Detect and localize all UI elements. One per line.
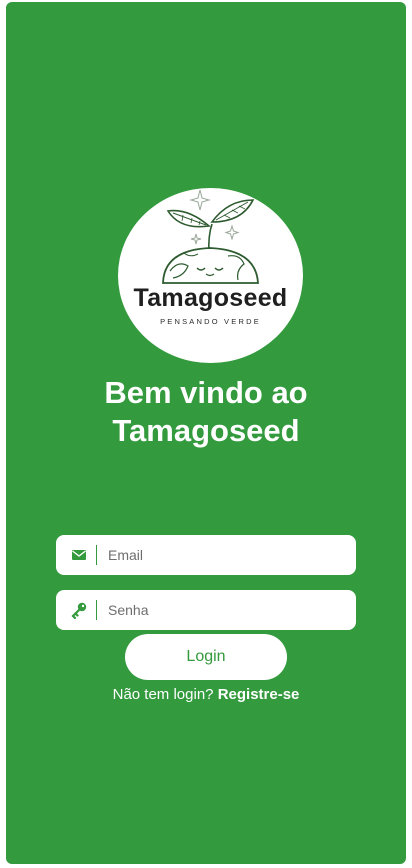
field-divider <box>96 600 97 620</box>
logo-subtitle: PENSANDO VERDE <box>160 317 261 326</box>
password-field[interactable] <box>56 590 356 630</box>
logo-title: Tamagoseed <box>133 284 288 312</box>
mail-icon <box>72 550 86 560</box>
login-button[interactable]: Login <box>125 634 287 680</box>
register-prompt-text: Não tem login? <box>112 686 214 703</box>
login-screen: Tamagoseed PENSANDO VERDE Bem vindo ao T… <box>6 2 406 864</box>
email-input[interactable] <box>108 535 344 575</box>
welcome-heading: Bem vindo ao Tamagoseed <box>6 374 406 450</box>
register-prompt: Não tem login? Registre-se <box>6 686 406 703</box>
sprouting-globe-logo-icon <box>162 189 259 284</box>
welcome-line-1: Bem vindo ao <box>104 375 308 410</box>
welcome-line-2: Tamagoseed <box>112 413 300 448</box>
app-logo: Tamagoseed PENSANDO VERDE <box>118 188 303 363</box>
password-input[interactable] <box>108 590 344 630</box>
field-divider <box>96 545 97 565</box>
email-field[interactable] <box>56 535 356 575</box>
register-link[interactable]: Registre-se <box>218 686 300 703</box>
key-icon <box>71 602 87 619</box>
